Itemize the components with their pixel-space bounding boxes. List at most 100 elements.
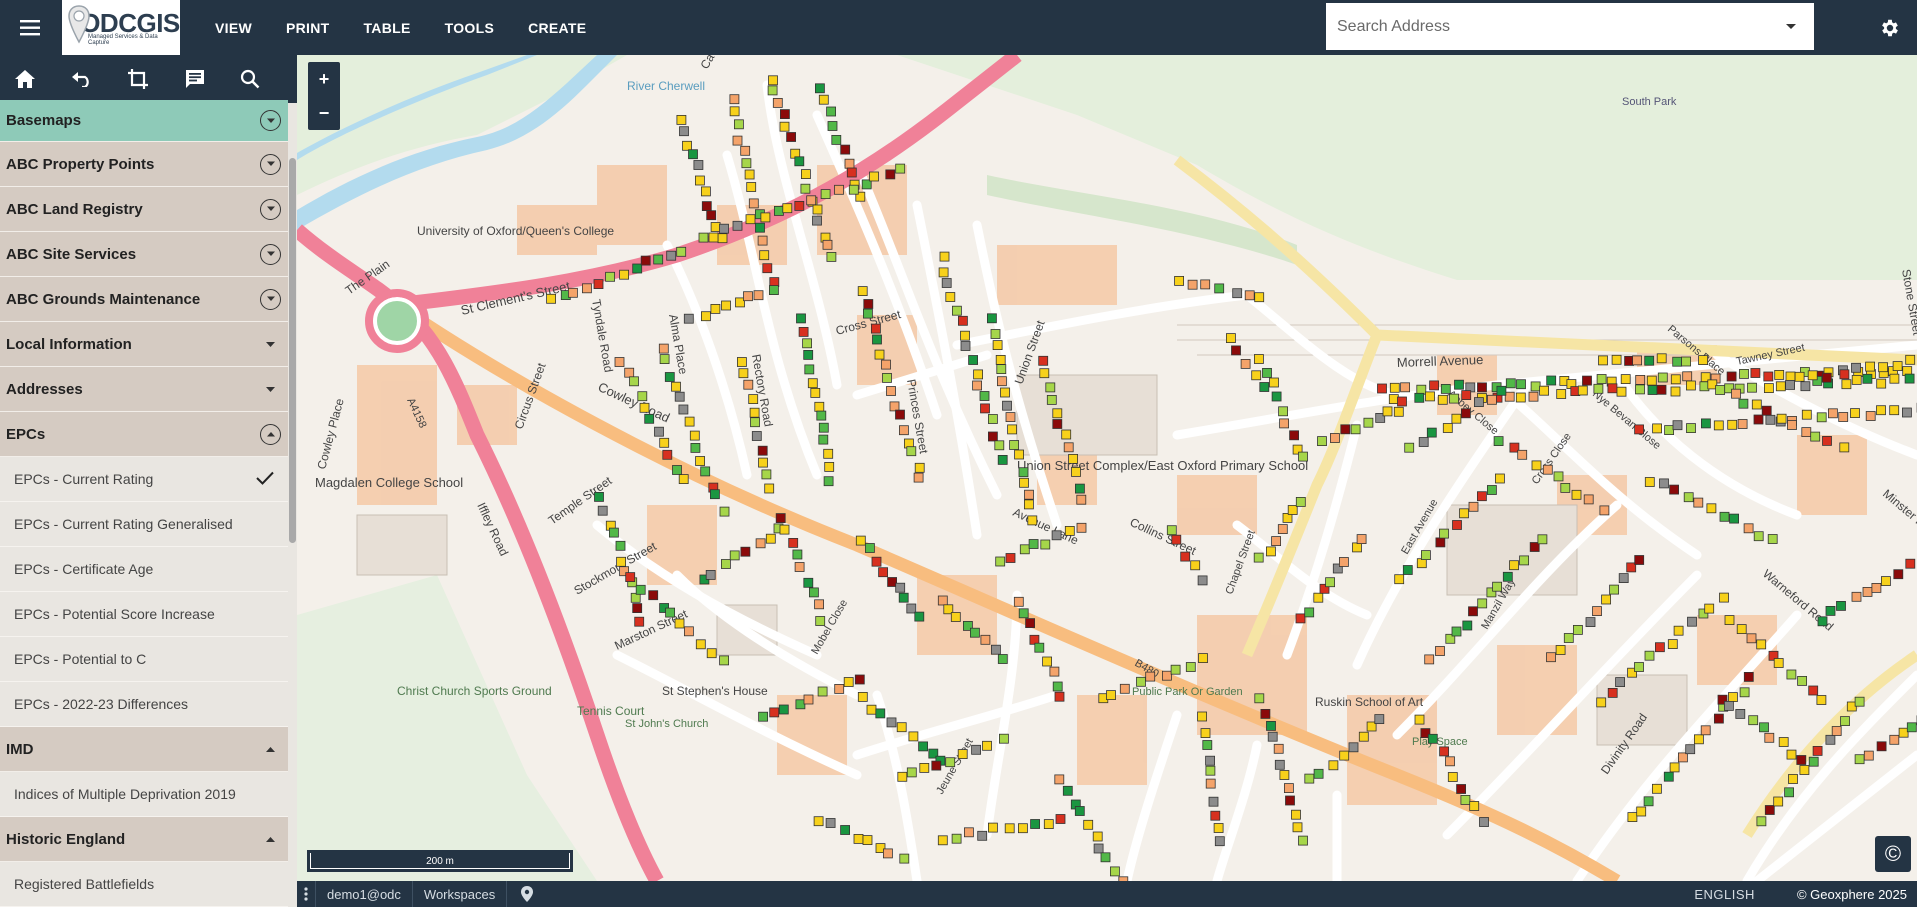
menu-table[interactable]: TABLE	[346, 20, 427, 36]
epc-marker[interactable]	[1171, 534, 1182, 545]
epc-marker[interactable]	[746, 182, 757, 192]
epc-marker[interactable]	[1277, 524, 1288, 535]
epc-marker[interactable]	[795, 699, 806, 710]
epc-marker[interactable]	[1553, 471, 1564, 482]
epc-marker[interactable]	[1043, 819, 1054, 829]
epc-marker[interactable]	[1739, 368, 1749, 379]
epc-marker[interactable]	[1251, 370, 1262, 381]
epc-marker[interactable]	[1304, 773, 1315, 784]
epc-marker[interactable]	[1414, 392, 1425, 403]
epc-marker[interactable]	[1460, 795, 1471, 805]
layer-group-imd[interactable]: IMD	[0, 727, 288, 772]
epc-marker[interactable]	[1377, 383, 1387, 394]
epc-marker[interactable]	[1502, 571, 1513, 582]
epc-marker[interactable]	[1727, 419, 1738, 430]
epc-marker[interactable]	[1018, 467, 1029, 478]
basemap[interactable]: River Cherwell South Park University of …	[297, 55, 1917, 881]
epc-marker[interactable]	[1076, 522, 1087, 533]
epc-marker[interactable]	[1647, 385, 1658, 395]
epc-marker[interactable]	[1583, 494, 1594, 505]
epc-marker[interactable]	[1753, 414, 1764, 425]
epc-marker[interactable]	[820, 189, 831, 200]
epc-marker[interactable]	[883, 848, 893, 859]
epc-marker[interactable]	[968, 355, 978, 365]
epc-marker[interactable]	[1609, 584, 1619, 595]
epc-marker[interactable]	[825, 818, 836, 828]
epc-marker[interactable]	[1295, 496, 1306, 507]
epc-marker[interactable]	[1776, 413, 1787, 424]
epc-marker[interactable]	[708, 232, 719, 243]
epc-marker[interactable]	[757, 235, 768, 246]
epc-marker[interactable]	[1425, 391, 1435, 402]
epc-marker[interactable]	[875, 708, 886, 719]
epc-marker[interactable]	[1801, 409, 1812, 420]
epc-marker[interactable]	[1889, 405, 1900, 416]
epc-marker[interactable]	[751, 431, 762, 441]
epc-marker[interactable]	[1166, 525, 1177, 536]
epc-marker[interactable]	[804, 364, 815, 375]
epc-marker[interactable]	[898, 592, 909, 603]
epc-marker[interactable]	[1200, 728, 1211, 738]
epc-marker[interactable]	[729, 550, 740, 561]
epc-marker[interactable]	[701, 201, 712, 212]
epc-marker[interactable]	[1531, 460, 1542, 471]
epc-marker[interactable]	[1253, 552, 1264, 563]
epc-marker[interactable]	[1266, 546, 1276, 557]
epc-marker[interactable]	[769, 707, 780, 718]
epc-marker[interactable]	[812, 215, 822, 226]
epc-marker[interactable]	[1110, 866, 1120, 877]
zoom-out-button[interactable]: −	[308, 96, 340, 130]
epc-marker[interactable]	[1542, 464, 1553, 475]
epc-marker[interactable]	[1854, 754, 1865, 765]
epc-marker[interactable]	[816, 410, 827, 421]
epc-marker[interactable]	[709, 489, 720, 500]
epc-marker[interactable]	[1254, 693, 1265, 704]
epc-marker[interactable]	[1055, 814, 1066, 824]
epc-marker[interactable]	[1667, 639, 1678, 649]
epc-marker[interactable]	[721, 300, 731, 311]
epc-marker[interactable]	[779, 524, 790, 535]
epc-marker[interactable]	[824, 461, 835, 472]
epc-marker[interactable]	[863, 308, 873, 319]
epc-marker[interactable]	[1205, 765, 1216, 776]
epc-marker[interactable]	[1328, 760, 1339, 771]
epc-marker[interactable]	[937, 595, 948, 606]
epc-marker[interactable]	[914, 611, 925, 622]
epc-marker[interactable]	[1449, 393, 1459, 404]
epc-marker[interactable]	[979, 391, 990, 401]
epc-marker[interactable]	[1616, 386, 1627, 397]
epc-marker[interactable]	[803, 694, 814, 705]
epc-marker[interactable]	[840, 144, 851, 155]
epc-marker[interactable]	[937, 835, 948, 846]
epc-marker[interactable]	[1816, 412, 1827, 423]
epc-marker[interactable]	[882, 372, 892, 383]
epc-marker[interactable]	[666, 250, 677, 261]
epc-marker[interactable]	[1024, 489, 1034, 500]
epc-marker[interactable]	[1656, 384, 1667, 395]
epc-marker[interactable]	[1571, 489, 1582, 500]
epc-marker[interactable]	[688, 149, 698, 160]
epc-marker[interactable]	[1418, 437, 1429, 447]
epc-marker[interactable]	[827, 121, 838, 131]
epc-marker[interactable]	[823, 476, 834, 487]
epc-marker[interactable]	[1185, 662, 1196, 672]
epc-marker[interactable]	[1074, 806, 1085, 816]
epc-marker[interactable]	[695, 456, 706, 466]
epc-marker[interactable]	[1416, 558, 1427, 569]
epc-marker[interactable]	[594, 491, 604, 502]
chevron-down-icon[interactable]	[260, 110, 281, 131]
epc-marker[interactable]	[1686, 380, 1696, 391]
epc-marker[interactable]	[1817, 616, 1828, 627]
epc-marker[interactable]	[1713, 420, 1724, 431]
epc-marker[interactable]	[1477, 491, 1487, 502]
epc-marker[interactable]	[1076, 494, 1087, 505]
epc-marker[interactable]	[1339, 750, 1350, 761]
epc-marker[interactable]	[906, 446, 917, 457]
layer-group-historic-england[interactable]: Historic England	[0, 817, 288, 862]
epc-marker[interactable]	[1479, 817, 1489, 827]
epc-marker[interactable]	[743, 291, 753, 302]
epc-marker[interactable]	[672, 465, 682, 475]
epc-marker[interactable]	[1539, 385, 1549, 396]
epc-marker[interactable]	[1451, 626, 1462, 637]
epc-marker[interactable]	[706, 648, 717, 659]
